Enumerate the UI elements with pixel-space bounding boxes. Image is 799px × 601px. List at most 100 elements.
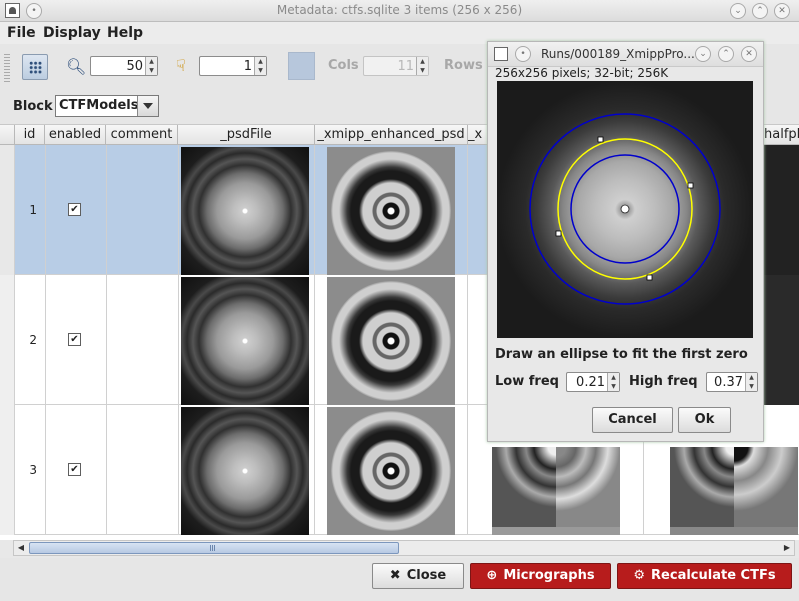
dialog-title: Runs/000189_XmippPro... [541,47,695,61]
goto-icon: ☟ [176,56,186,75]
col-header-x[interactable]: _x [468,125,488,145]
halfplane-image [670,447,798,535]
spinner-arrows[interactable]: ▲ ▼ [145,57,157,75]
enhanced-psd-image [327,407,455,535]
horizontal-scrollbar[interactable]: ◀ ▶ [13,540,795,556]
high-freq-label: High freq [629,374,698,389]
col-header-enabled[interactable]: enabled [45,125,106,145]
enabled-checkbox[interactable]: ✔ [68,333,81,346]
gallery-view-button[interactable] [22,54,48,80]
gears-icon: ⚙ [633,568,646,583]
chevron-down-icon[interactable] [137,96,158,116]
menu-display[interactable]: Display [43,25,101,41]
menu-help[interactable]: Help [107,25,143,41]
toolbar-grip[interactable] [4,54,10,82]
spinner-arrows[interactable]: ▲ ▼ [416,57,428,75]
dialog-close-button[interactable]: ✕ [741,46,757,62]
col-header-psdfile[interactable]: _psdFile [178,125,315,145]
spinner-arrows[interactable]: ▲ ▼ [607,373,619,391]
dialog-menu-button[interactable]: • [515,46,531,62]
enabled-checkbox[interactable]: ✔ [68,203,81,216]
low-freq-spinner[interactable]: 0.21 ▲ ▼ [566,372,620,392]
enhanced-psd-image [327,147,455,275]
block-label: Block [13,99,53,114]
ellipse-handle[interactable] [646,274,653,281]
col-header-halfplane[interactable]: halfpl [764,125,799,145]
id-cell: 1 [29,203,37,217]
main-window: • Metadata: ctfs.sqlite 3 items (256 x 2… [0,0,799,601]
enhanced-psd-cell[interactable] [315,405,468,535]
ellipse-handle[interactable] [687,182,694,189]
halfplane-cell[interactable] [764,275,799,405]
dialog-maximize-button[interactable]: ⌃ [718,46,734,62]
window-title: Metadata: ctfs.sqlite 3 items (256 x 256… [276,3,523,17]
ellipse-handle[interactable] [597,136,604,143]
scroll-right-icon[interactable]: ▶ [781,542,793,554]
cols-spinner[interactable]: 11 ▲ ▼ [363,56,429,76]
goto-value: 1 [243,59,252,74]
enhanced-psd-image [327,277,455,405]
halfplane-cell[interactable] [764,145,799,275]
col-header-comment[interactable]: comment [106,125,178,145]
psd-image [181,277,309,405]
minimize-button[interactable]: ⌄ [730,3,746,19]
zoom-spinner[interactable]: 50 ▲ ▼ [90,56,158,76]
dialog-ok-button[interactable]: Ok [678,407,731,433]
scrollbar-thumb[interactable] [29,542,399,554]
spinner-arrows[interactable]: ▲ ▼ [745,373,757,391]
cols-value: 11 [397,59,414,74]
enabled-checkbox[interactable]: ✔ [68,463,81,476]
close-button-label: Close [406,568,447,583]
scroll-left-icon[interactable]: ◀ [15,542,27,554]
row-header-corner [0,125,15,145]
plus-circle-icon: ⊕ [486,568,498,583]
dialog-app-icon [494,47,508,61]
columns-adjust-button[interactable] [288,52,315,80]
spinner-arrows[interactable]: ▲ ▼ [254,57,266,75]
id-cell: 3 [29,463,37,477]
low-freq-label: Low freq [495,374,559,389]
col-header-id[interactable]: id [15,125,45,145]
row-header[interactable] [0,275,15,405]
row-header[interactable] [0,145,15,275]
ellipse-handle[interactable] [555,230,562,237]
close-button[interactable]: ✖ Close [372,563,464,589]
dialog-cancel-button[interactable]: Cancel [592,407,673,433]
ctf-model-image [492,447,620,535]
high-freq-spinner[interactable]: 0.37 ▲ ▼ [706,372,758,392]
goto-spinner[interactable]: 1 ▲ ▼ [199,56,267,76]
dialog-prompt: Draw an ellipse to fit the first zero [495,347,748,362]
psd-cell[interactable] [178,145,315,275]
block-combobox[interactable]: CTFModels [55,95,159,117]
id-cell: 2 [29,333,37,347]
low-freq-value: 0.21 [576,375,605,390]
dialog-minimize-button[interactable]: ⌄ [695,46,711,62]
grid-icon [29,61,42,74]
block-selected-value: CTFModels [59,98,139,113]
psd-preview-canvas[interactable] [497,81,753,338]
row-header[interactable] [0,405,15,535]
recalculate-ctfs-button[interactable]: ⚙ Recalculate CTFs [617,563,792,589]
recalculate-button-label: Recalculate CTFs [651,568,776,583]
psd-image [181,407,309,535]
psd-cell[interactable] [178,405,315,535]
psd-image [181,147,309,275]
enhanced-psd-cell[interactable] [315,275,468,405]
psd-cell[interactable] [178,275,315,405]
dialog-title-bar: • Runs/000189_XmippPro... ⌄ ⌃ ✕ [488,42,763,67]
high-freq-value: 0.37 [714,375,743,390]
menu-file[interactable]: File [7,25,36,41]
enhanced-psd-cell[interactable] [315,145,468,275]
close-window-button[interactable]: ✕ [774,3,790,19]
ellipse-fit-dialog: • Runs/000189_XmippPro... ⌄ ⌃ ✕ 256x256 … [487,41,764,442]
col-header-enhanced-psd[interactable]: _xmipp_enhanced_psd [315,125,468,145]
close-icon: ✖ [389,568,401,583]
micrographs-button-label: Micrographs [503,568,595,583]
zoom-icon: 🔍︎ [66,57,87,76]
image-info: 256x256 pixels; 32-bit; 256K [495,66,669,80]
rows-label: Rows [444,58,483,73]
micrographs-button[interactable]: ⊕ Micrographs [470,563,611,589]
bottom-button-bar: ✖ Close ⊕ Micrographs ⚙ Recalculate CTFs [0,558,799,601]
maximize-button[interactable]: ⌃ [752,3,768,19]
title-bar: • Metadata: ctfs.sqlite 3 items (256 x 2… [0,0,799,22]
